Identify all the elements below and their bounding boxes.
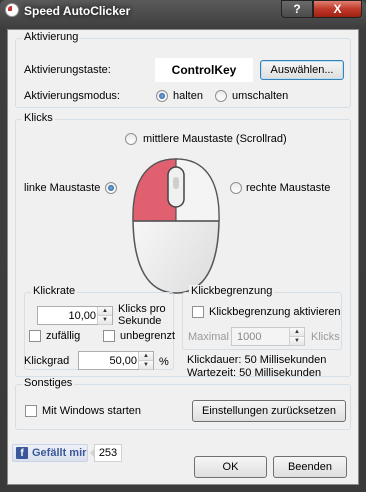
like-count: 253	[90, 444, 122, 462]
limit-enable-checkbox[interactable]	[192, 306, 204, 318]
click-degree-unit: %	[159, 356, 169, 368]
exit-button[interactable]: Beenden	[273, 456, 347, 478]
mouse-app-icon	[5, 3, 19, 17]
right-button-radio[interactable]	[230, 182, 242, 194]
mode-toggle-label[interactable]: umschalten	[232, 90, 288, 102]
mode-label: Aktivierungsmodus:	[24, 90, 120, 102]
limit-unit-label: Klicks	[311, 331, 340, 343]
activation-group-label: Aktivierung	[22, 31, 81, 43]
limit-max-stepper[interactable]: 1000 ▲ ▼	[231, 327, 305, 346]
click-degree-stepper[interactable]: 50,00 ▲ ▼	[78, 351, 154, 370]
dialog-content: Aktivierung Aktivierungstaste: ControlKe…	[7, 29, 359, 485]
help-button[interactable]: ?	[281, 0, 313, 18]
click-rate-stepper[interactable]: 10,00 ▲ ▼	[37, 306, 113, 325]
mouse-icon[interactable]	[128, 157, 224, 297]
activation-group: Aktivierung Aktivierungstaste: ControlKe…	[15, 31, 351, 108]
random-checkbox[interactable]	[29, 330, 41, 342]
title-bar[interactable]: Speed AutoClicker ? X	[0, 0, 366, 22]
reset-settings-button[interactable]: Einstellungen zurücksetzen	[192, 400, 346, 422]
right-button-label[interactable]: rechte Maustaste	[246, 182, 330, 194]
click-degree-label: Klickgrad	[24, 355, 70, 367]
mode-hold-label[interactable]: halten	[173, 90, 203, 102]
spin-down-icon[interactable]: ▼	[98, 316, 112, 325]
click-degree-value[interactable]: 50,00	[109, 355, 137, 367]
click-limit-group: Klickbegrenzung Klickbegrenzung aktivier…	[182, 285, 342, 350]
left-button-radio[interactable]	[105, 182, 117, 194]
click-duration-text: Klickdauer: 50 Millisekunden	[187, 354, 327, 366]
middle-button-label[interactable]: mittlere Maustaste (Scrollrad)	[143, 133, 287, 145]
clicks-group-label: Klicks	[22, 112, 55, 124]
random-label[interactable]: zufällig	[46, 330, 80, 342]
wait-time-text: Wartezeit: 50 Millisekunden	[187, 367, 322, 379]
app-window: Speed AutoClicker ? X Aktivierung Aktivi…	[0, 0, 366, 492]
limit-max-label: Maximal	[188, 331, 229, 343]
hotkey-label: Aktivierungstaste:	[24, 64, 111, 76]
click-rate-label: Klickrate	[31, 285, 78, 297]
click-rate-value[interactable]: 10,00	[68, 310, 96, 322]
spin-down-icon[interactable]: ▼	[290, 337, 304, 346]
startup-checkbox[interactable]	[25, 405, 37, 417]
unlimited-checkbox[interactable]	[103, 330, 115, 342]
limit-max-value[interactable]: 1000	[237, 331, 261, 343]
clicks-group: Klicks mittlere Maustaste (Scrollrad) li…	[15, 112, 351, 379]
window-title: Speed AutoClicker	[24, 4, 131, 18]
click-limit-label: Klickbegrenzung	[189, 285, 275, 297]
mode-toggle-radio[interactable]	[215, 90, 227, 102]
ok-button[interactable]: OK	[194, 456, 267, 478]
limit-enable-label[interactable]: Klickbegrenzung aktivieren	[209, 306, 340, 318]
facebook-icon: f	[16, 447, 28, 459]
close-button[interactable]: X	[313, 0, 362, 18]
like-label: Gefällt mir	[32, 447, 87, 459]
left-button-label[interactable]: linke Maustaste	[24, 182, 100, 194]
spin-up-icon[interactable]: ▲	[139, 352, 153, 361]
spin-up-icon[interactable]: ▲	[290, 328, 304, 337]
other-group-label: Sonstiges	[22, 377, 75, 389]
click-rate-unit: Klicks pro Sekunde	[118, 303, 166, 327]
other-group: Sonstiges Mit Windows starten Einstellun…	[15, 377, 351, 430]
unlimited-label[interactable]: unbegrenzt	[120, 330, 175, 342]
mode-hold-radio[interactable]	[156, 90, 168, 102]
startup-label[interactable]: Mit Windows starten	[42, 405, 141, 417]
middle-button-radio[interactable]	[125, 133, 137, 145]
spin-up-icon[interactable]: ▲	[98, 307, 112, 316]
like-button[interactable]: f Gefällt mir	[12, 444, 88, 462]
hotkey-display[interactable]: ControlKey	[155, 58, 253, 82]
select-hotkey-button[interactable]: Auswählen...	[260, 60, 344, 80]
spin-down-icon[interactable]: ▼	[139, 361, 153, 370]
